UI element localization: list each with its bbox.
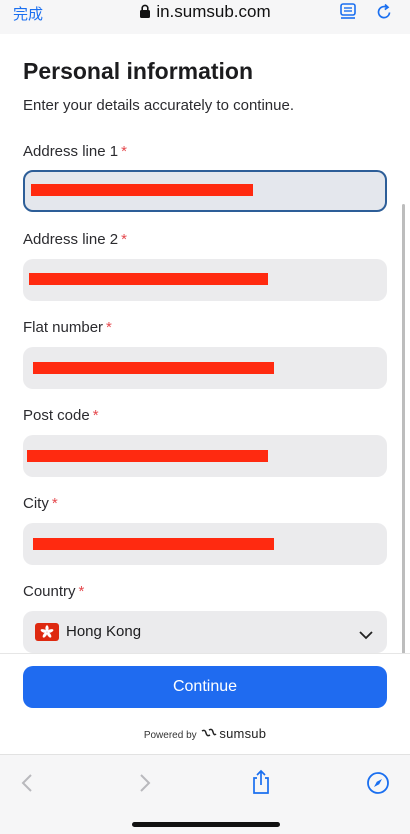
url-text: in.sumsub.com [156, 2, 271, 21]
redaction-bar [33, 538, 274, 550]
address-line-1-input[interactable] [23, 170, 387, 212]
redaction-bar [27, 450, 268, 462]
country-label-text: Country [23, 583, 76, 600]
country-label: Country * [23, 583, 84, 600]
redaction-bar [31, 184, 253, 196]
chevron-down-icon [359, 627, 373, 645]
redaction-bar [29, 273, 268, 285]
address-line-2-label: Address line 2 * [23, 231, 127, 248]
address-line-1-label: Address line 1 * [23, 143, 127, 160]
powered-by-text: Powered by [143, 730, 197, 741]
city-label: City * [23, 495, 58, 512]
post-code-label-text: Post code [23, 407, 90, 424]
flat-number-input[interactable] [23, 347, 387, 389]
required-marker: * [78, 583, 85, 600]
reload-icon[interactable] [374, 2, 394, 22]
redaction-bar [33, 362, 274, 374]
form-page: Personal information Enter your details … [0, 34, 410, 654]
city-label-text: City [23, 495, 49, 512]
compass-icon[interactable] [366, 771, 390, 800]
browser-toolbar [0, 754, 410, 834]
sumsub-brand: sumsub [219, 726, 267, 741]
page-title: Personal information [23, 58, 254, 84]
browser-top-bar: 完成 in.sumsub.com [0, 0, 410, 34]
address-line-1-label-text: Address line 1 [23, 143, 119, 160]
post-code-label: Post code * [23, 407, 99, 424]
flat-number-label: Flat number * [23, 319, 112, 336]
country-value: Hong Kong [66, 623, 142, 640]
lock-icon [139, 4, 151, 24]
share-icon[interactable] [250, 769, 272, 800]
home-indicator [132, 822, 280, 827]
back-icon[interactable] [20, 773, 34, 798]
sumsub-logo-icon [201, 728, 217, 743]
required-marker: * [121, 143, 127, 160]
reader-icon[interactable] [338, 2, 358, 22]
required-marker: * [51, 495, 58, 512]
city-input[interactable] [23, 523, 387, 565]
post-code-input[interactable] [23, 435, 387, 477]
required-marker: * [92, 407, 99, 424]
page-subtitle: Enter your details accurately to continu… [23, 97, 294, 114]
required-marker: * [121, 231, 127, 248]
continue-button[interactable]: Continue [23, 666, 387, 708]
powered-by[interactable]: Powered by sumsub [0, 726, 410, 743]
flat-number-label-text: Flat number [23, 319, 104, 336]
address-line-2-label-text: Address line 2 [23, 231, 119, 248]
forward-icon[interactable] [138, 773, 152, 798]
form-footer: Continue Powered by sumsub [0, 653, 410, 753]
country-select[interactable]: Hong Kong [23, 611, 387, 653]
required-marker: * [106, 319, 112, 336]
scrollbar[interactable] [402, 204, 405, 654]
address-line-2-input[interactable] [23, 259, 387, 301]
hong-kong-flag-icon [35, 623, 59, 641]
